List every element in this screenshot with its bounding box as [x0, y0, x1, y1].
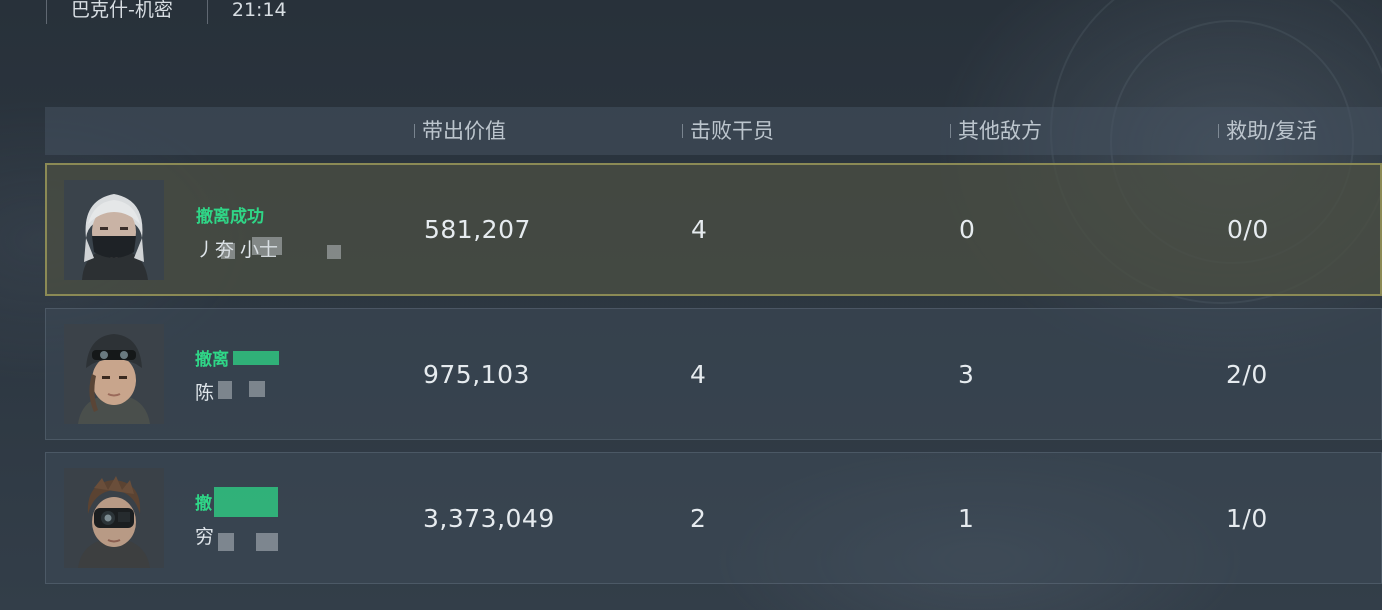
extracted-value: 581,207 [424, 215, 531, 244]
redaction-blur [327, 245, 341, 259]
player-portrait [64, 468, 164, 568]
column-header-operator-kills: 击败干员 [682, 107, 774, 155]
assist-revive-count: 2/0 [1226, 359, 1268, 389]
other-enemy-kills: 3 [958, 359, 975, 389]
redaction-blur [218, 381, 232, 399]
player-row[interactable]: 撤 穷 3,373,049 2 1 1/0 [45, 452, 1382, 584]
redaction-blur [233, 351, 279, 365]
redaction-blur [252, 237, 282, 255]
player-name: 陈 [195, 382, 215, 404]
column-header-value: 带出价值 [414, 107, 506, 155]
redaction-blur [214, 487, 278, 517]
extraction-status: 撤离成功 [196, 207, 264, 227]
redaction-blur [218, 533, 234, 551]
map-name: 巴克什-机密 [46, 0, 173, 24]
other-enemy-kills: 1 [958, 503, 975, 533]
redaction-blur [256, 533, 278, 551]
player-row[interactable]: 撤离 陈 975,103 4 3 2/0 [45, 308, 1382, 440]
player-portrait [64, 180, 164, 280]
operator-kills: 4 [690, 359, 707, 389]
extraction-status: 撤 [195, 494, 212, 514]
redaction-blur [249, 381, 265, 397]
player-portrait [64, 324, 164, 424]
player-row[interactable]: 撤离成功 丿夯 小士 581,207 4 0 0/0 [45, 163, 1382, 296]
operator-kills: 4 [691, 215, 708, 244]
operator-kills: 2 [690, 503, 707, 533]
assist-revive-count: 0/0 [1227, 215, 1269, 244]
match-info-bar: 巴克什-机密 21:14 [46, 0, 321, 24]
column-header-other-enemies: 其他敌方 [950, 107, 1042, 155]
extracted-value: 3,373,049 [423, 503, 555, 533]
extraction-status: 撤离 [195, 350, 229, 370]
match-time: 21:14 [206, 0, 287, 24]
redaction-blur [221, 243, 235, 259]
player-name: 穷 [195, 526, 215, 548]
extracted-value: 975,103 [423, 359, 530, 389]
column-header-assist-revive: 救助/复活 [1218, 107, 1317, 155]
scoreboard-header: 带出价值 击败干员 其他敌方 救助/复活 [45, 107, 1382, 155]
other-enemy-kills: 0 [959, 215, 976, 244]
assist-revive-count: 1/0 [1226, 503, 1268, 533]
